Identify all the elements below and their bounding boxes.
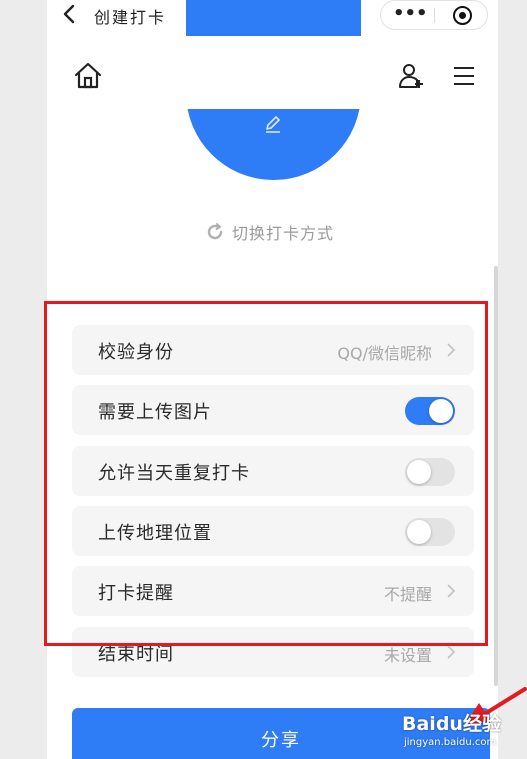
setting-label: 打卡提醒 bbox=[98, 583, 174, 604]
setting-label: 结束时间 bbox=[98, 644, 174, 665]
upload-location-toggle[interactable] bbox=[405, 518, 455, 546]
miniprogram-capsule: ••• bbox=[380, 0, 488, 30]
page-title: 创建打卡 bbox=[94, 8, 167, 27]
more-options-button[interactable]: ••• bbox=[393, 3, 428, 27]
switch-punch-method-link[interactable]: 切换打卡方式 bbox=[205, 220, 334, 244]
setting-label: 校验身份 bbox=[98, 342, 174, 363]
chevron-right-icon bbox=[447, 645, 456, 659]
baidu-watermark: Baidu经验 jingyan.baidu.com bbox=[402, 709, 527, 755]
setting-value: 未设置 bbox=[383, 646, 432, 665]
setting-row-upload-photo: 需要上传图片 bbox=[72, 385, 474, 435]
setting-row-reminder[interactable]: 打卡提醒 不提醒 bbox=[72, 566, 474, 616]
chevron-right-icon bbox=[447, 584, 456, 598]
setting-row-allow-repeat: 允许当天重复打卡 bbox=[72, 446, 474, 496]
add-user-icon[interactable] bbox=[398, 62, 426, 90]
close-miniprogram-icon[interactable] bbox=[453, 6, 472, 25]
back-arrow-icon[interactable] bbox=[61, 3, 79, 25]
setting-row-upload-location: 上传地理位置 bbox=[72, 506, 474, 556]
setting-row-verify-identity[interactable]: 校验身份 QQ/微信昵称 bbox=[72, 325, 474, 375]
allow-repeat-toggle[interactable] bbox=[405, 458, 455, 486]
setting-value: QQ/微信昵称 bbox=[337, 344, 432, 363]
chevron-right-icon bbox=[447, 343, 456, 357]
home-icon[interactable] bbox=[72, 60, 104, 92]
setting-label: 需要上传图片 bbox=[98, 402, 212, 423]
hamburger-menu-icon[interactable] bbox=[452, 64, 476, 88]
toggle-knob bbox=[407, 460, 431, 484]
watermark-logo: Baidu经验 bbox=[402, 713, 501, 735]
switch-punch-method-label: 切换打卡方式 bbox=[232, 224, 335, 243]
capsule-divider bbox=[434, 8, 435, 23]
scrollbar[interactable] bbox=[494, 266, 498, 686]
toggle-knob bbox=[429, 399, 453, 423]
watermark-url: jingyan.baidu.com bbox=[404, 737, 497, 748]
header-background bbox=[167, 36, 387, 109]
toggle-knob bbox=[407, 520, 431, 544]
upload-photo-toggle[interactable] bbox=[405, 397, 455, 425]
page: 创建打卡 ••• 切换打卡方式 校验身份 QQ/微信昵称 需要上传图片 允许当天… bbox=[47, 0, 498, 759]
pencil-icon[interactable] bbox=[262, 113, 284, 135]
setting-label: 上传地理位置 bbox=[98, 523, 212, 544]
setting-value: 不提醒 bbox=[383, 585, 432, 604]
setting-row-end-time[interactable]: 结束时间 未设置 bbox=[72, 627, 474, 677]
setting-label: 允许当天重复打卡 bbox=[98, 463, 250, 484]
refresh-icon bbox=[207, 223, 223, 240]
